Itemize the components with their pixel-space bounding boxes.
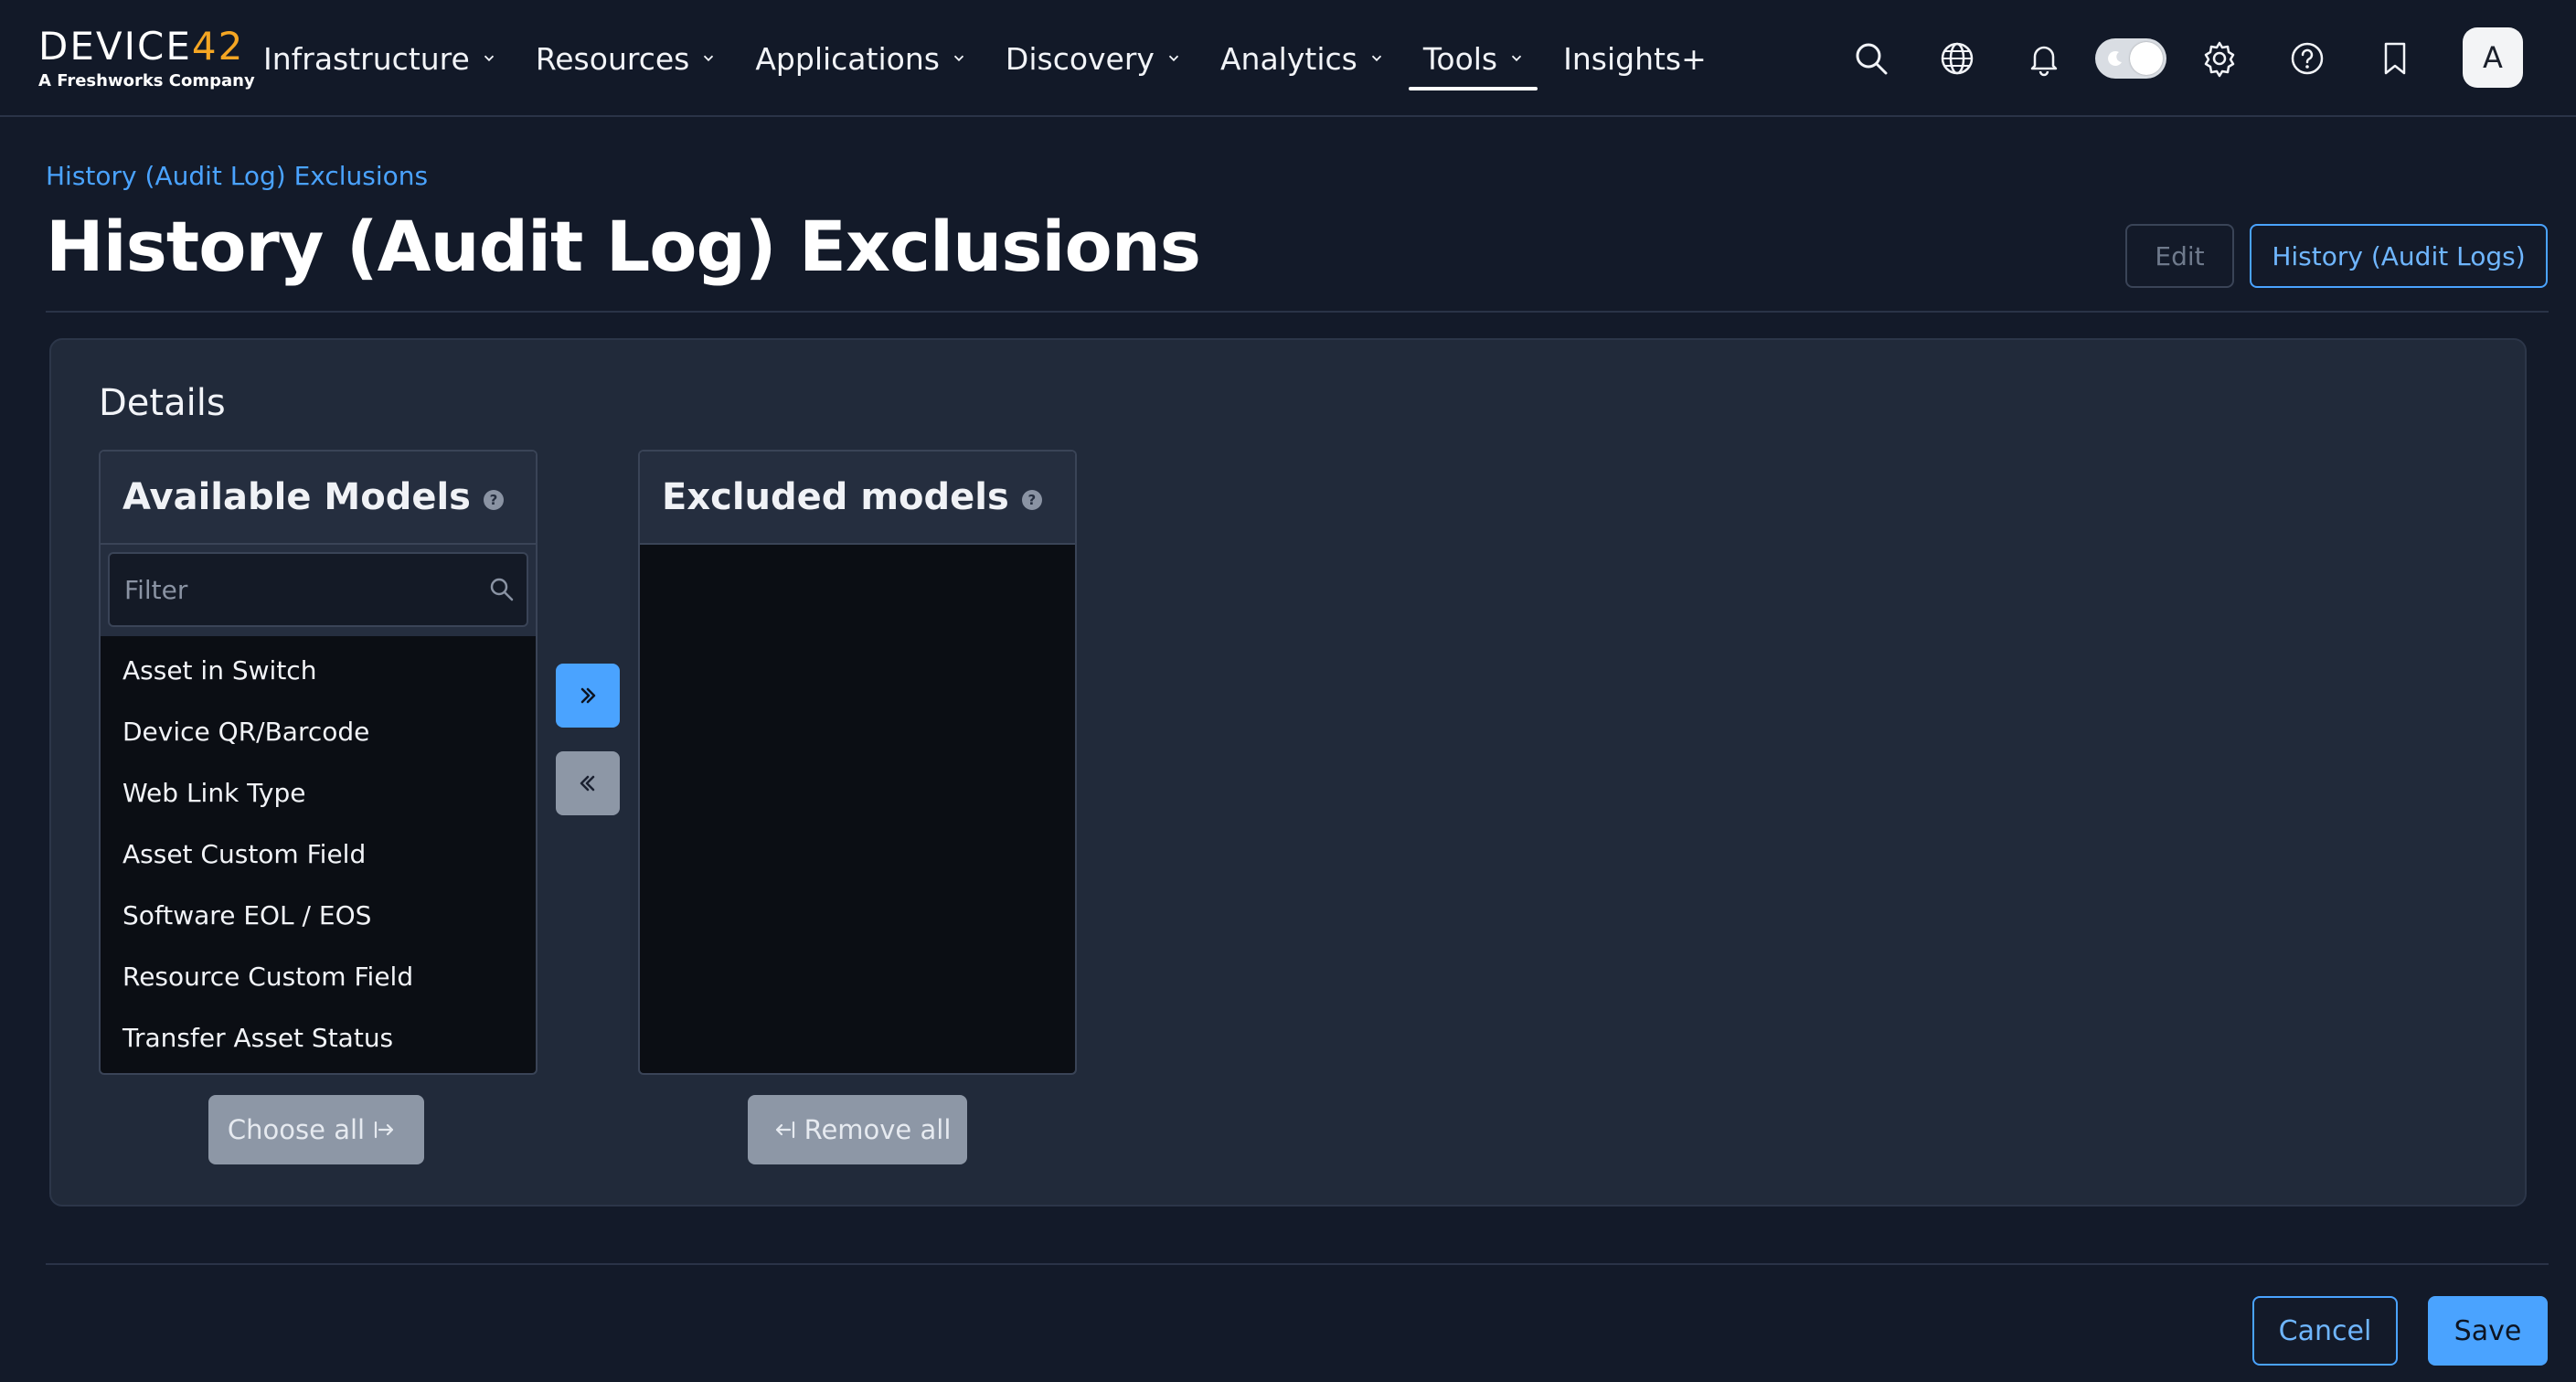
list-item[interactable]: Transfer Asset Status (101, 1007, 536, 1068)
move-right-button[interactable] (556, 664, 620, 728)
globe-icon[interactable] (1935, 37, 1979, 80)
nav-analytics-label: Analytics (1219, 40, 1357, 77)
nav-applications[interactable]: Applications (755, 0, 967, 117)
nav-tools-label: Tools (1422, 40, 1498, 77)
nav-insights-label: Insights+ (1563, 40, 1707, 77)
nav-discovery[interactable]: Discovery (1006, 0, 1182, 117)
chevron-down-icon (1168, 55, 1179, 62)
nav-analytics[interactable]: Analytics (1220, 0, 1385, 117)
history-audit-logs-button[interactable]: History (Audit Logs) (2250, 224, 2548, 288)
nav-discovery-label: Discovery (1005, 40, 1155, 77)
move-left-button[interactable] (556, 751, 620, 815)
filter-input[interactable] (110, 554, 527, 625)
divider (46, 311, 2549, 313)
search-icon (490, 578, 514, 601)
nav-infrastructure[interactable]: Infrastructure (263, 0, 497, 117)
available-models-header: Available Models ? (101, 452, 536, 545)
nav-tools[interactable]: Tools (1408, 0, 1538, 117)
page-title: History (Audit Log) Exclusions (46, 206, 1201, 287)
device42-logo[interactable]: DEVICE42 A Freshworks Company (38, 24, 255, 91)
theme-toggle[interactable] (2095, 38, 2166, 79)
chevron-down-icon (704, 55, 714, 62)
list-item[interactable]: Web Link Type (101, 762, 536, 824)
details-title: Details (99, 382, 226, 424)
list-item[interactable]: Device QR/Barcode (101, 701, 536, 762)
list-item[interactable]: Resource Custom Field (101, 946, 536, 1007)
save-button[interactable]: Save (2428, 1296, 2548, 1366)
available-models-panel: Available Models ? Asset in Switch Devic… (99, 450, 538, 1075)
help-circle-icon[interactable]: ? (1021, 490, 1042, 510)
nav-infrastructure-label: Infrastructure (263, 40, 470, 77)
filter-wrapper (101, 545, 536, 636)
double-chevron-right-icon (580, 687, 596, 704)
nav-resources-label: Resources (535, 40, 690, 77)
double-chevron-left-icon (580, 775, 595, 792)
moon-icon (2108, 50, 2122, 66)
logo-wordmark: DEVICE42 (38, 24, 245, 69)
chevron-down-icon (953, 55, 964, 62)
bell-icon[interactable] (2022, 37, 2066, 80)
main-nav: Infrastructure Resources Applications Di… (263, 0, 1745, 117)
chevron-down-icon (484, 55, 494, 62)
available-models-list: Asset in Switch Device QR/Barcode Web Li… (101, 636, 536, 1068)
list-item[interactable]: Asset Custom Field (101, 824, 536, 885)
chevron-down-icon (1371, 55, 1381, 62)
toggle-knob (2130, 42, 2163, 75)
nav-applications-label: Applications (755, 40, 940, 77)
chevron-down-icon (1511, 55, 1522, 62)
choose-all-button[interactable]: Choose all (208, 1095, 424, 1164)
logo-tagline: A Freshworks Company (38, 71, 255, 90)
available-models-title: Available Models (122, 476, 471, 518)
excluded-models-title: Excluded models (662, 476, 1009, 518)
filter-box (108, 552, 528, 627)
bookmark-icon[interactable] (2373, 37, 2417, 80)
excluded-models-header: Excluded models ? (640, 452, 1075, 545)
arrow-right-to-bar-icon (374, 1121, 394, 1139)
user-avatar[interactable]: A (2463, 27, 2523, 88)
choose-all-label: Choose all (227, 1114, 366, 1145)
list-item[interactable]: Asset in Switch (101, 640, 536, 701)
nav-insights[interactable]: Insights+ (1563, 0, 1707, 117)
edit-button[interactable]: Edit (2125, 224, 2234, 288)
list-item[interactable]: Software EOL / EOS (101, 885, 536, 946)
gear-icon[interactable] (2198, 37, 2241, 80)
divider (46, 1263, 2549, 1265)
arrow-left-from-bar-icon (775, 1121, 794, 1139)
details-card: Details Available Models ? Asset in Swit… (49, 338, 2527, 1207)
remove-all-label: Remove all (804, 1114, 952, 1145)
top-navigation-bar: DEVICE42 A Freshworks Company Infrastruc… (0, 0, 2576, 117)
breadcrumb[interactable]: History (Audit Log) Exclusions (46, 161, 428, 191)
nav-resources[interactable]: Resources (536, 0, 718, 117)
help-icon[interactable] (2285, 37, 2329, 80)
remove-all-button[interactable]: Remove all (748, 1095, 967, 1164)
help-circle-icon[interactable]: ? (483, 490, 504, 510)
excluded-models-panel: Excluded models ? (638, 450, 1077, 1075)
search-icon[interactable] (1849, 37, 1893, 80)
cancel-button[interactable]: Cancel (2252, 1296, 2398, 1366)
